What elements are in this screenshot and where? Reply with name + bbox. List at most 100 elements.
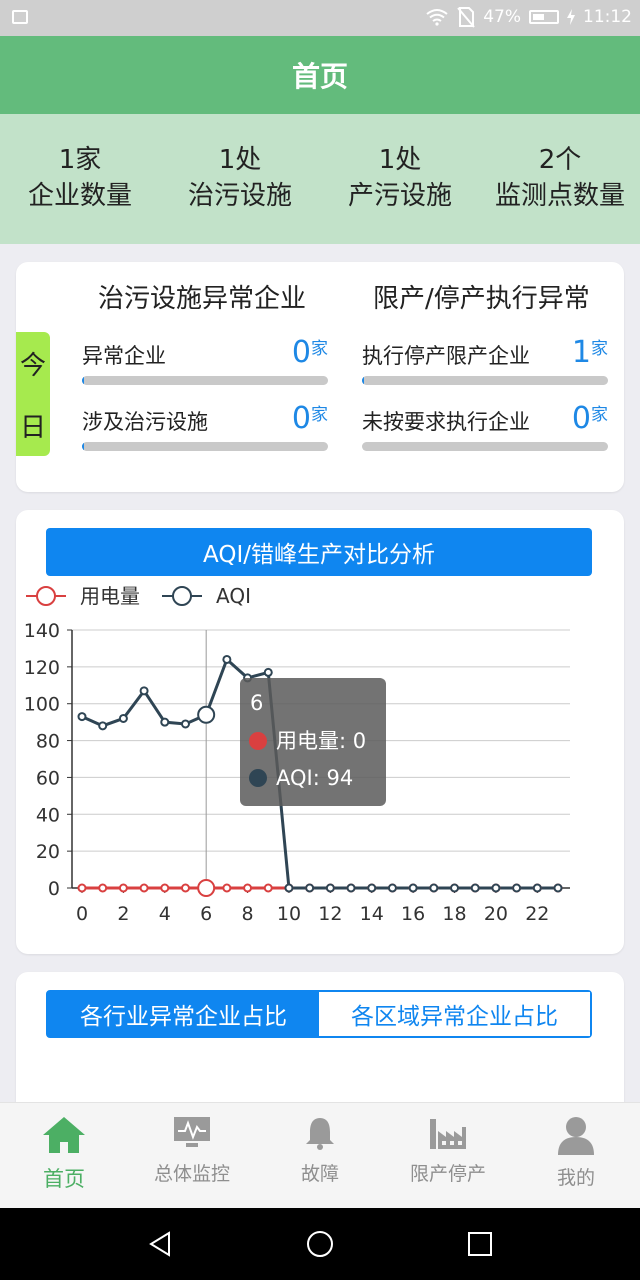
bottom-nav: 首页 总体监控 故障 限产停产 我的 [0, 1102, 640, 1209]
tab-industry-ratio[interactable]: 各行业异常企业占比 [48, 992, 319, 1036]
y-tick-label: 120 [24, 657, 60, 679]
data-point [305, 883, 315, 893]
data-point [222, 654, 232, 664]
battery-icon [529, 10, 559, 24]
item-label: 异常企业 [82, 344, 166, 368]
data-point [139, 883, 149, 893]
production-anomaly-title: 限产/停产执行异常 [373, 284, 590, 314]
data-point [429, 883, 439, 893]
tooltip-line: 用电量: 0 [276, 729, 366, 753]
progress-bar [82, 376, 328, 385]
system-nav-bar [0, 1208, 640, 1280]
back-icon [149, 1231, 170, 1257]
x-tick-label: 22 [525, 903, 549, 925]
legend-marker [172, 586, 192, 606]
page-title: 首页 [291, 60, 348, 93]
tooltip-swatch [249, 732, 267, 750]
x-tick-label: 10 [277, 903, 301, 925]
status-bar-right: 47% 11:12 [425, 6, 632, 28]
data-point [470, 883, 480, 893]
data-point [160, 883, 170, 893]
stat-value: 1处 [218, 145, 262, 175]
data-point [197, 705, 216, 724]
item-value: 0家 [571, 401, 608, 436]
x-tick-label: 14 [360, 903, 384, 925]
legend-marker [36, 586, 56, 606]
stat-monitoring-points[interactable]: 2个 监测点数量 [480, 114, 640, 244]
tooltip-swatch [249, 769, 267, 787]
item-value: 1家 [571, 335, 608, 370]
stat-enterprise-count[interactable]: 1家 企业数量 [0, 114, 160, 244]
data-point [512, 883, 522, 893]
data-point [243, 883, 253, 893]
chart-title[interactable]: AQI/错峰生产对比分析 [46, 528, 592, 576]
stat-label: 产污设施 [347, 181, 452, 211]
nav-home[interactable]: 首页 [0, 1103, 128, 1209]
data-point [77, 883, 87, 893]
progress-fill [362, 376, 365, 385]
stat-treatment-facilities[interactable]: 1处 治污设施 [160, 114, 320, 244]
nav-restricted-production[interactable]: 限产停产 [384, 1103, 512, 1209]
nav-label: 故障 [300, 1163, 339, 1185]
ratio-tabs: 各行业异常企业占比 各区域异常企业占比 [46, 990, 592, 1038]
data-point [346, 883, 356, 893]
x-tick-label: 2 [117, 903, 129, 925]
stat-pollution-facilities[interactable]: 1处 产污设施 [320, 114, 480, 244]
stat-label: 治污设施 [187, 181, 292, 211]
back-button[interactable] [130, 1208, 190, 1280]
data-point [98, 883, 108, 893]
nav-label: 首页 [43, 1167, 85, 1191]
aqi-line-chart[interactable]: 用电量 AQI 0 20 40 60 80 100 120 140 0 2 4 6 8 10 12 14 16 18 2… [16, 574, 624, 954]
tab-region-ratio[interactable]: 各区域异常企业占比 [319, 992, 590, 1036]
home-button[interactable] [290, 1208, 350, 1280]
x-tick-label: 8 [242, 903, 254, 925]
x-tick-label: 0 [76, 903, 88, 925]
tooltip-title: 6 [250, 691, 263, 715]
recents-button[interactable] [450, 1208, 510, 1280]
stat-value: 1家 [58, 145, 102, 175]
data-point [139, 686, 149, 696]
progress-bar [362, 442, 608, 451]
user-icon [558, 1117, 594, 1155]
x-tick-label: 4 [159, 903, 171, 925]
summary-stats: 1家 企业数量 1处 治污设施 1处 产污设施 2个 监测点数量 [0, 114, 640, 244]
item-value: 0家 [291, 401, 328, 436]
stat-value: 1处 [378, 145, 422, 175]
nav-label: 限产停产 [409, 1163, 486, 1185]
tooltip-line: AQI: 94 [276, 766, 353, 790]
data-point [98, 721, 108, 731]
data-point [180, 883, 190, 893]
progress-bar [82, 442, 328, 451]
status-bar: 47% 11:12 [0, 0, 640, 36]
data-point [450, 883, 460, 893]
nav-overall-monitor[interactable]: 总体监控 [128, 1103, 256, 1209]
home-circle-icon [307, 1231, 333, 1257]
x-tick-label: 18 [442, 903, 466, 925]
x-tick-label: 20 [484, 903, 508, 925]
data-point [367, 883, 377, 893]
nav-label: 我的 [556, 1167, 595, 1189]
nav-mine[interactable]: 我的 [512, 1103, 640, 1209]
stat-label: 监测点数量 [494, 181, 625, 211]
legend-label: 用电量 [80, 584, 140, 608]
today-anomaly-card: 今 日 治污设施异常企业 限产/停产执行异常 异常企业 0家 涉及治污设施 0家… [16, 262, 624, 492]
data-point [77, 712, 87, 722]
aqi-chart-card: AQI/错峰生产对比分析 用电量 AQI 0 20 40 60 80 100 120 140 0 2 4… [16, 510, 624, 954]
progress-bar [362, 376, 608, 385]
data-point [325, 883, 335, 893]
monitor-icon [174, 1117, 210, 1147]
data-point [222, 883, 232, 893]
data-point [408, 883, 418, 893]
data-point [263, 883, 273, 893]
nav-label: 总体监控 [153, 1163, 230, 1185]
app-header: 首页 [0, 36, 640, 114]
data-point [532, 883, 542, 893]
legend-label: AQI [216, 584, 251, 608]
data-point [197, 879, 216, 897]
data-point [553, 883, 563, 893]
x-tick-label: 16 [401, 903, 425, 925]
y-tick-label: 40 [36, 804, 60, 826]
nav-fault[interactable]: 故障 [256, 1103, 384, 1209]
item-label: 执行停产限产企业 [362, 344, 530, 368]
image-notification-icon [12, 10, 28, 24]
